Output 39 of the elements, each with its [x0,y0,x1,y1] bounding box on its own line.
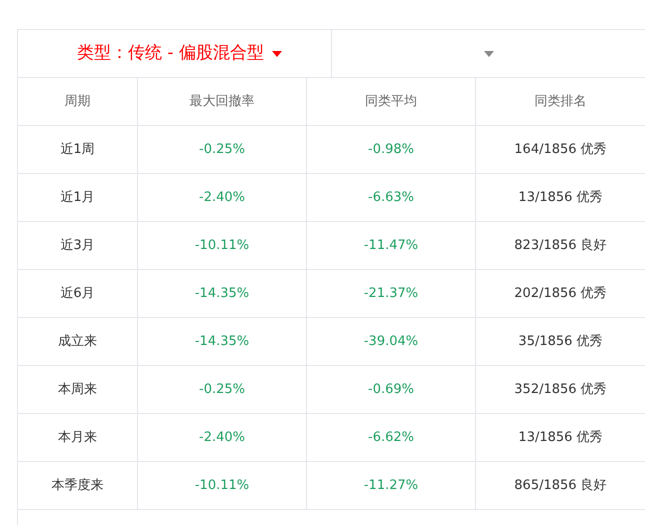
column-header: 周期 [18,78,138,125]
table-cell: -21.37% [307,270,476,317]
table-cell: 本周来 [18,366,138,413]
table-cell: -0.69% [307,366,476,413]
table-cell: -0.25% [138,126,307,173]
table-cell: -6.62% [307,414,476,461]
table-cell: -10.11% [138,462,307,509]
caret-icon [484,50,494,56]
table-cell-text: 865/1856 良好 [513,476,608,495]
table-cell: -14.35% [138,318,307,365]
table-cell: -39.04% [307,318,476,365]
table-cell: 近6月 [18,270,138,317]
table-cell-text: 13/1856 优秀 [517,188,604,207]
table-cell: -0.25% [138,366,307,413]
table-cell-text: 823/1856 良好 [513,236,608,255]
table-cell-text: 164/1856 优秀 [513,140,608,159]
table-cell: 本月来 [18,414,138,461]
caret-icon [272,50,282,56]
table-cell: 近1月 [18,174,138,221]
table-cell-text: 202/1856 优秀 [513,284,608,303]
table-cell: -2.40% [138,174,307,221]
table-cell-text: 35/1856 优秀 [517,332,604,351]
table-cell: -0.98% [307,126,476,173]
table-cell: 本季度来 [18,462,138,509]
table-cell: -11.47% [307,222,476,269]
table-cell: -6.63% [307,174,476,221]
table-cell: 成立来 [18,318,138,365]
table-cell: 近1周 [18,126,138,173]
column-header: 同类排名 [534,92,588,111]
table-cell: -10.11% [138,222,307,269]
column-header: 同类平均 [307,78,476,125]
table-cell: -14.35% [138,270,307,317]
column-header: 最大回撤率 [138,78,307,125]
table-cell: -11.27% [307,462,476,509]
table-cell-text: 13/1856 优秀 [517,428,604,447]
table-cell: -2.40% [138,414,307,461]
table-cell-text: 352/1856 优秀 [513,380,608,399]
table-cell: 近3月 [18,222,138,269]
filter-dropdown[interactable]: 类型：传统 - 偏股混合型 [18,30,332,77]
